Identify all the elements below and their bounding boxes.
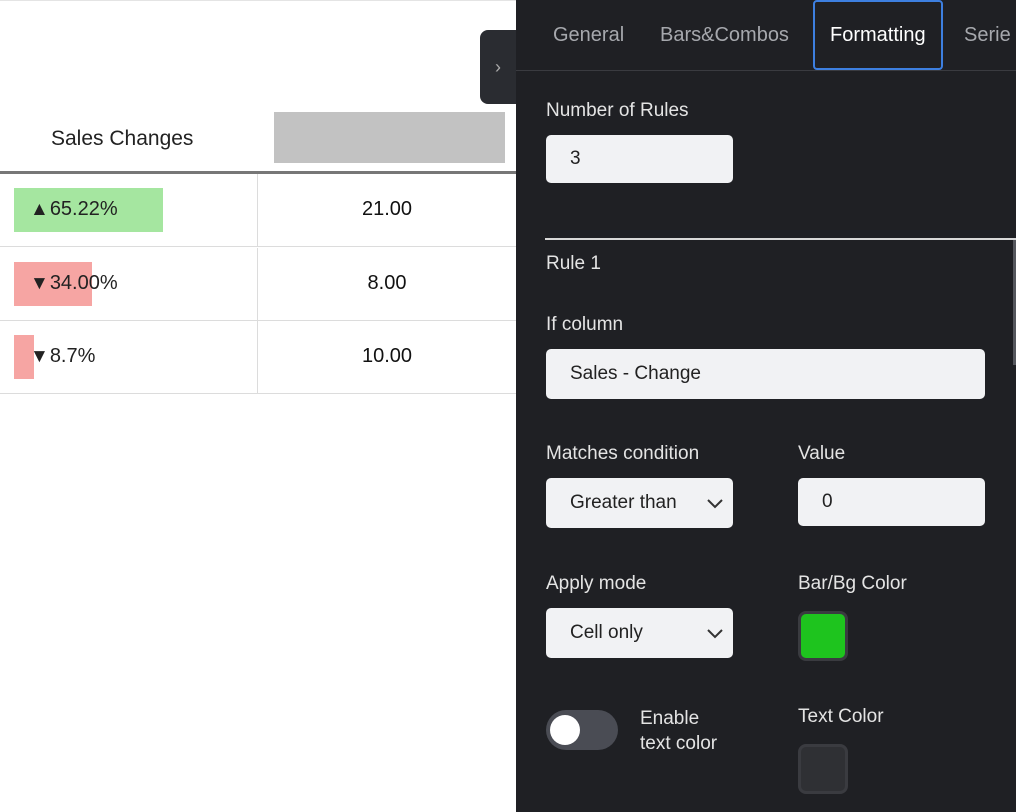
- table-row: ▲65.22% 21.00: [0, 174, 516, 247]
- value-label: Value: [798, 443, 846, 464]
- change-value: ▼34.00%: [30, 272, 118, 295]
- text-color-label: Text Color: [798, 706, 884, 727]
- if-column-label: If column: [546, 314, 624, 335]
- tab-formatting[interactable]: Formatting: [813, 0, 943, 70]
- change-text: 8.7%: [49, 345, 96, 367]
- matches-condition-select[interactable]: Greater than: [546, 478, 733, 528]
- top-border: [0, 0, 516, 1]
- matches-condition-value: Greater than: [570, 492, 677, 513]
- if-column-select[interactable]: Sales - Change: [546, 349, 985, 399]
- matches-condition-label: Matches condition: [546, 443, 700, 464]
- change-text: 34.00%: [49, 272, 118, 294]
- value-input[interactable]: 0: [798, 478, 985, 526]
- table-row: ▼8.7% 10.00: [0, 321, 516, 394]
- enable-text-color-label-line1: Enable: [640, 708, 700, 729]
- enable-text-color-label: Enable text color: [640, 706, 717, 756]
- change-text: 65.22%: [49, 198, 118, 220]
- down-arrow-icon: ▼: [30, 346, 49, 367]
- number-of-rules-input[interactable]: 3: [546, 135, 733, 183]
- apply-mode-label: Apply mode: [546, 573, 647, 594]
- settings-panel: General Bars&Combos Formatting Serie Num…: [516, 0, 1016, 812]
- sales-value: 21.00: [361, 198, 413, 220]
- sales-value: 8.00: [367, 272, 407, 294]
- tab-bars-combos[interactable]: Bars&Combos: [660, 0, 789, 70]
- change-value: ▲65.22%: [30, 198, 118, 221]
- enable-text-color-label-line2: text color: [640, 733, 718, 754]
- change-value: ▼8.7%: [30, 345, 95, 368]
- column-header-placeholder: [274, 112, 505, 163]
- bar-bg-color-label: Bar/Bg Color: [798, 573, 907, 594]
- collapse-panel-button[interactable]: ›: [480, 30, 516, 104]
- number-of-rules-label: Number of Rules: [546, 100, 689, 121]
- if-column-value: Sales - Change: [570, 363, 701, 384]
- up-arrow-icon: ▲: [30, 199, 49, 220]
- down-arrow-icon: ▼: [30, 273, 49, 294]
- number-of-rules-value: 3: [570, 148, 581, 169]
- chevron-down-icon: [707, 629, 723, 639]
- apply-mode-value: Cell only: [570, 622, 643, 643]
- toggle-knob: [550, 715, 580, 745]
- chevron-right-icon: ›: [495, 56, 501, 77]
- tab-bar: General Bars&Combos Formatting Serie: [516, 0, 1016, 71]
- bar-bg-color-swatch[interactable]: [798, 611, 848, 661]
- rule-separator: [545, 238, 1016, 240]
- column-header-sales-changes[interactable]: Sales Changes: [51, 127, 193, 151]
- chevron-down-icon: [707, 499, 723, 509]
- sales-value: 10.00: [361, 345, 413, 367]
- text-color-swatch[interactable]: [798, 744, 848, 794]
- tab-series[interactable]: Serie: [964, 0, 1011, 70]
- value-input-text: 0: [822, 491, 833, 512]
- tab-general[interactable]: General: [553, 0, 624, 70]
- rule-title: Rule 1: [546, 253, 601, 274]
- table-area: Sales Changes ▲65.22% 21.00 ▼34.00% 8.00…: [0, 0, 516, 812]
- table-row: ▼34.00% 8.00: [0, 248, 516, 321]
- apply-mode-select[interactable]: Cell only: [546, 608, 733, 658]
- enable-text-color-toggle[interactable]: [546, 710, 618, 750]
